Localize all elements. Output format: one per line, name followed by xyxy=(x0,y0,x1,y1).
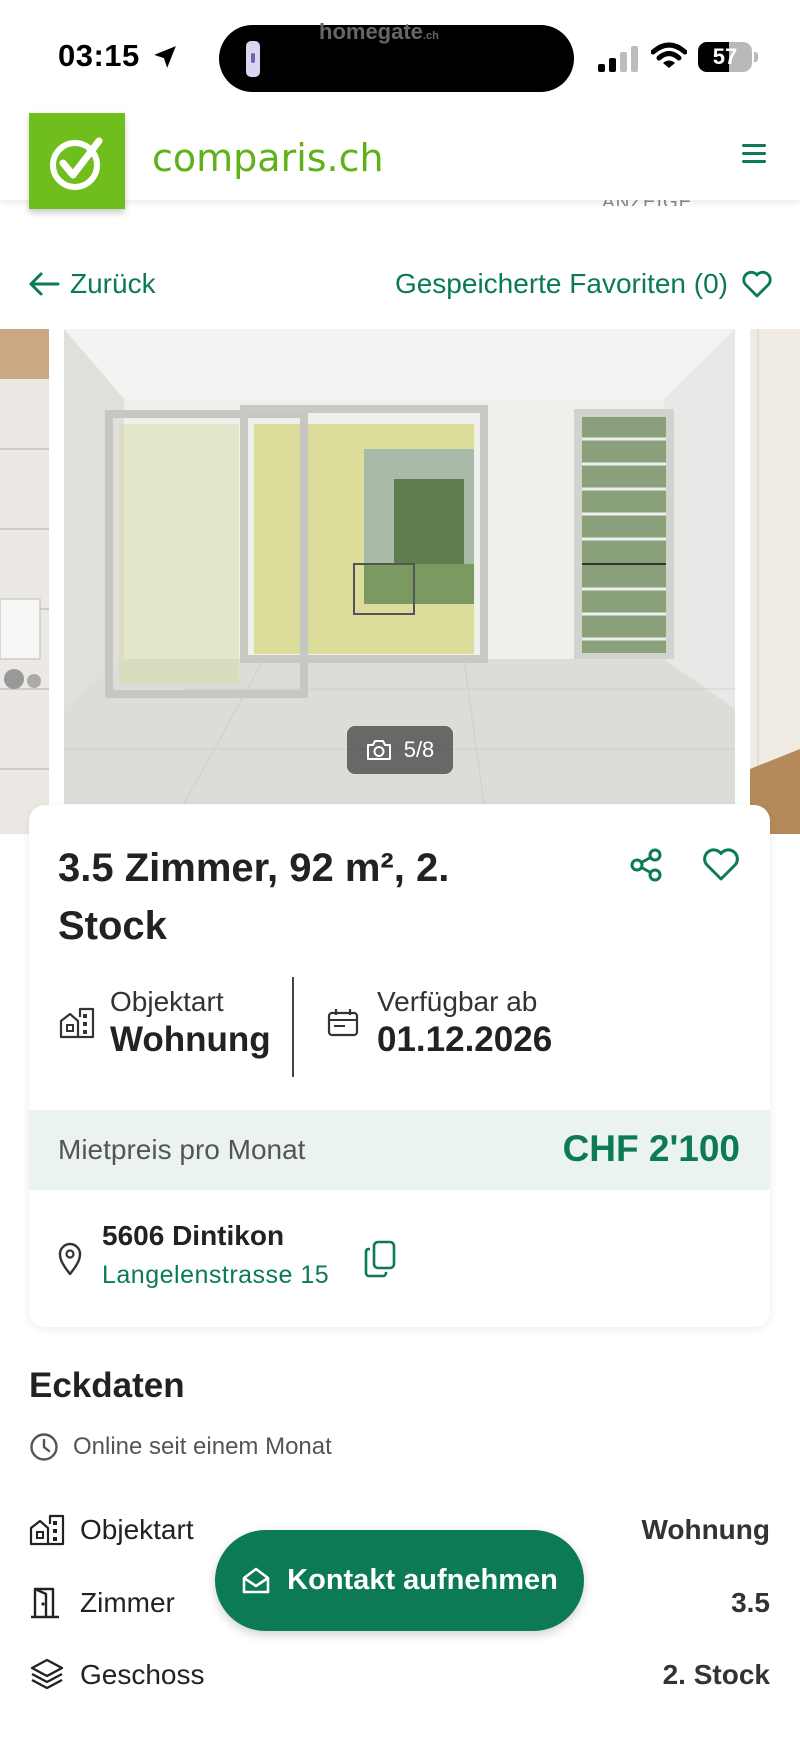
island-app-name: homegate xyxy=(319,19,423,44)
arrow-left-icon xyxy=(29,272,60,296)
back-link[interactable]: Zurück xyxy=(28,268,156,300)
object-type-label: Objektart xyxy=(110,986,224,1017)
battery-level: 57 xyxy=(712,44,738,69)
online-since-text: Online seit einem Monat xyxy=(73,1433,332,1460)
building-icon xyxy=(59,1007,95,1039)
building-icon xyxy=(29,1514,65,1546)
key-data-row-floor: Geschoss 2. Stock xyxy=(29,1655,770,1695)
listing-card: 3.5 Zimmer, 92 m², 2. Stock Objektart Wo… xyxy=(29,805,770,1327)
available-label: Verfügbar ab xyxy=(377,986,538,1017)
key-data-label: Zimmer xyxy=(80,1587,175,1618)
status-bar: 03:15 homegate.ch 57 xyxy=(0,0,800,108)
wifi-icon xyxy=(651,42,687,68)
flashlight-icon xyxy=(246,41,260,77)
photo-gallery[interactable]: 5/8 xyxy=(0,329,800,834)
island-app-suffix: .ch xyxy=(422,30,439,42)
logo-text[interactable]: comparis.ch xyxy=(152,136,384,180)
previous-photo[interactable] xyxy=(0,329,49,834)
listing-title: 3.5 Zimmer, 92 m², 2. Stock xyxy=(58,846,450,948)
copy-icon[interactable] xyxy=(363,1239,397,1279)
camera-icon xyxy=(366,740,391,760)
attribute-divider xyxy=(292,977,294,1077)
price-label: Mietpreis pro Monat xyxy=(58,1134,306,1165)
object-type-value: Wohnung xyxy=(110,1020,271,1059)
key-data-label: Objektart xyxy=(80,1514,194,1545)
online-since: Online seit einem Monat xyxy=(29,1432,332,1462)
back-label: Zurück xyxy=(70,268,156,299)
key-data-label: Geschoss xyxy=(80,1659,205,1690)
available-value: 01.12.2026 xyxy=(377,1020,553,1059)
key-data-value: Wohnung xyxy=(641,1514,770,1545)
status-time: 03:15 xyxy=(58,38,140,73)
site-header: comparis.ch xyxy=(0,108,800,209)
contact-button-label: Kontakt aufnehmen xyxy=(287,1564,558,1596)
location-arrow-icon xyxy=(154,46,176,68)
key-data-title: Eckdaten xyxy=(29,1366,185,1405)
next-room-photo xyxy=(750,329,800,834)
photo-counter: 5/8 xyxy=(347,726,453,774)
dynamic-island: homegate.ch xyxy=(219,19,574,92)
key-data-value: 3.5 xyxy=(731,1587,770,1618)
island-app-label: homegate.ch xyxy=(319,19,439,45)
door-icon xyxy=(31,1587,59,1619)
calendar-icon xyxy=(327,1009,359,1037)
battery-indicator: 57 xyxy=(698,42,758,72)
key-data-value: 2. Stock xyxy=(662,1659,770,1690)
bathroom-photo xyxy=(0,329,49,834)
envelope-open-icon xyxy=(242,1567,270,1593)
saved-favorites-link[interactable]: Gespeicherte Favoriten (0) xyxy=(395,268,772,300)
favorites-label: Gespeicherte Favoriten (0) xyxy=(394,268,728,299)
map-pin-icon xyxy=(58,1242,82,1276)
hamburger-menu-icon[interactable] xyxy=(742,144,766,164)
share-icon[interactable] xyxy=(628,847,664,883)
favorite-heart-icon[interactable] xyxy=(702,848,740,882)
comparis-logo[interactable] xyxy=(29,113,125,209)
clock-icon xyxy=(30,1433,58,1461)
price-value: CHF 2'100 xyxy=(562,1128,740,1169)
address-street[interactable]: Langelenstrasse 15 xyxy=(102,1261,329,1290)
next-photo[interactable] xyxy=(750,329,800,834)
layers-icon xyxy=(30,1658,64,1690)
cellular-signal-icon xyxy=(598,46,638,72)
price-row: Mietpreis pro Monat CHF 2'100 xyxy=(29,1110,770,1190)
checkmark-logo-icon xyxy=(50,137,103,190)
contact-button[interactable]: Kontakt aufnehmen xyxy=(215,1530,584,1631)
heart-outline-icon xyxy=(742,270,772,298)
availability-attribute: Verfügbar ab 01.12.2026 xyxy=(325,985,552,1061)
photo-counter-text: 5/8 xyxy=(403,737,435,762)
address-city: 5606 Dintikon xyxy=(102,1220,285,1251)
object-type-attribute: Objektart Wohnung xyxy=(58,985,271,1061)
